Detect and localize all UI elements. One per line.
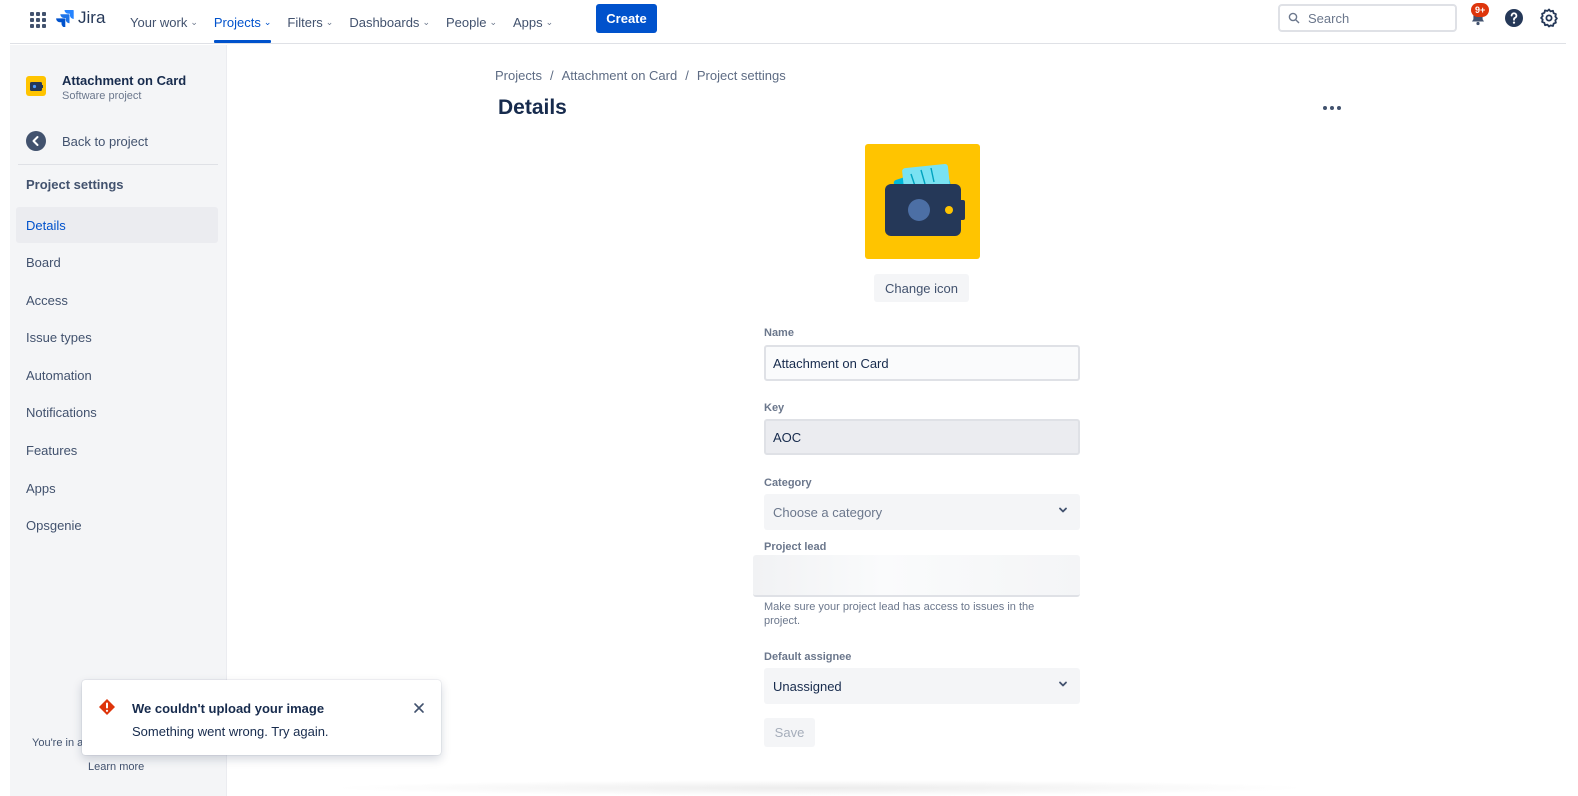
- sidebar-item-notifications[interactable]: Notifications: [16, 395, 218, 431]
- project-avatar-large: [865, 144, 980, 259]
- jira-app: Jira Your work ⌄ Projects ⌄ Filters ⌄ Dashb…: [10, 0, 1566, 796]
- nav-dashboards[interactable]: Dashboards ⌄: [341, 0, 438, 44]
- save-button[interactable]: Save: [764, 718, 815, 747]
- search-icon: [1288, 12, 1300, 24]
- change-icon-button[interactable]: Change icon: [874, 274, 969, 302]
- wallet-icon: [885, 163, 965, 236]
- jira-logo-text: Jira: [78, 8, 106, 27]
- nav-label: Your work: [130, 14, 188, 30]
- search-input[interactable]: [1308, 10, 1438, 26]
- nav-label: People: [445, 14, 487, 30]
- bottom-shadow: [330, 780, 1310, 796]
- nav-label: Dashboards: [349, 14, 420, 30]
- close-icon[interactable]: [411, 700, 427, 716]
- nav-filters[interactable]: Filters ⌄: [279, 0, 341, 44]
- wallet-icon: [30, 82, 43, 91]
- category-label: Category: [764, 477, 812, 489]
- primary-nav: Your work ⌄ Projects ⌄ Filters ⌄ Dashboards…: [122, 0, 561, 44]
- sidebar-item-automation[interactable]: Automation: [16, 357, 218, 393]
- nav-people[interactable]: People ⌄: [438, 0, 505, 44]
- sidebar-item-issue-types[interactable]: Issue types: [16, 320, 218, 356]
- breadcrumb-separator: /: [685, 68, 689, 83]
- default-assignee-value: Unassigned: [773, 678, 842, 694]
- error-flag: We couldn't upload your image Something …: [82, 680, 441, 755]
- jira-logo[interactable]: Jira: [56, 8, 105, 28]
- search-box[interactable]: [1278, 4, 1457, 32]
- chevron-down-icon: ⌄: [263, 16, 272, 27]
- project-lead-label: Project lead: [764, 541, 827, 553]
- nav-your-work[interactable]: Your work ⌄: [122, 0, 206, 44]
- nav-label: Projects: [213, 14, 261, 30]
- back-label: Back to project: [62, 133, 148, 149]
- more-actions-icon[interactable]: [1318, 96, 1346, 120]
- create-button[interactable]: Create: [596, 4, 657, 33]
- project-lead-help: Make sure your project lead has access t…: [764, 601, 1035, 627]
- sidebar-divider: [18, 164, 218, 165]
- help-icon[interactable]: [1504, 8, 1524, 28]
- sidebar-footer-text: You're in a: [32, 737, 84, 749]
- sidebar-item-board[interactable]: Board: [16, 245, 218, 281]
- nav-label: Filters: [287, 14, 323, 30]
- default-assignee-label: Default assignee: [764, 651, 852, 663]
- error-icon: [99, 699, 115, 715]
- breadcrumb-project[interactable]: Attachment on Card: [562, 68, 678, 83]
- flag-description: Something went wrong. Try again.: [132, 724, 329, 739]
- back-to-project-link[interactable]: Back to project: [26, 131, 148, 151]
- breadcrumb: Projects / Attachment on Card / Project …: [495, 68, 786, 83]
- sidebar-item-details[interactable]: Details: [16, 207, 218, 243]
- project-type: Software project: [62, 90, 142, 102]
- settings-icon[interactable]: [1539, 8, 1559, 28]
- sidebar-item-access[interactable]: Access: [16, 282, 218, 318]
- sidebar-item-features[interactable]: Features: [16, 433, 218, 469]
- chevron-down-icon: ⌄: [325, 16, 334, 27]
- learn-more-link[interactable]: Learn more: [88, 761, 144, 773]
- jira-logo-icon: [56, 10, 74, 27]
- breadcrumb-projects[interactable]: Projects: [495, 68, 542, 83]
- nav-projects[interactable]: Projects ⌄: [206, 0, 280, 44]
- breadcrumb-project-settings[interactable]: Project settings: [697, 68, 786, 83]
- category-placeholder: Choose a category: [773, 504, 883, 520]
- project-name: Attachment on Card: [62, 73, 187, 88]
- nav-apps[interactable]: Apps ⌄: [505, 0, 561, 44]
- chevron-down-icon: ⌄: [190, 16, 198, 27]
- project-header[interactable]: Attachment on Card Software project: [26, 73, 186, 104]
- name-field[interactable]: [764, 345, 1080, 381]
- top-navigation: Jira Your work ⌄ Projects ⌄ Filters ⌄ Dashb…: [10, 0, 1566, 44]
- flag-title: We couldn't upload your image: [132, 701, 325, 716]
- key-field[interactable]: [764, 419, 1080, 455]
- sidebar-heading: Project settings: [26, 177, 124, 192]
- name-label: Name: [764, 327, 794, 339]
- app-switcher-icon[interactable]: [28, 10, 48, 30]
- chevron-down-icon: ⌄: [422, 16, 430, 27]
- settings-nav: Details Board Access Issue types Automat…: [16, 207, 218, 545]
- sidebar-item-apps[interactable]: Apps: [16, 470, 218, 506]
- project-avatar: [26, 76, 46, 96]
- key-label: Key: [764, 402, 785, 414]
- nav-label: Apps: [513, 14, 543, 30]
- sidebar-item-opsgenie[interactable]: Opsgenie: [16, 508, 218, 544]
- chevron-down-icon: [1059, 681, 1067, 687]
- breadcrumb-separator: /: [549, 68, 554, 83]
- category-select[interactable]: Choose a category: [764, 494, 1080, 530]
- arrow-left-circle-icon: [26, 131, 46, 151]
- project-lead-picker[interactable]: [753, 555, 1080, 597]
- chevron-down-icon: ⌄: [545, 16, 554, 27]
- chevron-down-icon: [1059, 507, 1067, 513]
- notifications-badge: 9+: [1471, 3, 1490, 17]
- chevron-down-icon: ⌄: [489, 16, 498, 27]
- default-assignee-select[interactable]: Unassigned: [764, 668, 1080, 704]
- page-title: Details: [498, 96, 567, 119]
